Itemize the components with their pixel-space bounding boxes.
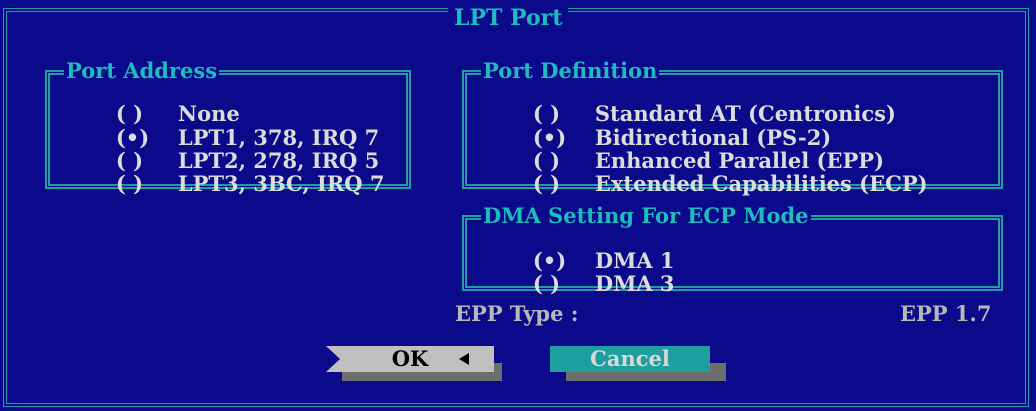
epp-type-value: EPP 1.7 <box>900 301 992 326</box>
dma-setting-title: DMA Setting For ECP Mode <box>481 203 811 228</box>
radio-button[interactable]: ( ) <box>533 173 595 195</box>
option-label: Extended Capabilities (ECP) <box>594 171 928 196</box>
lpt-port-dialog: LPT Port Port Address ( ) None (•) LPT1, 3… <box>0 0 1036 411</box>
port-definition-title: Port Definition <box>481 58 660 83</box>
ok-left-arrow-icon <box>326 346 340 372</box>
radio-button[interactable]: ( ) <box>116 173 178 195</box>
radio-button[interactable]: ( ) <box>533 273 595 295</box>
cancel-button[interactable]: Cancel <box>550 346 710 372</box>
port-definition-group: Port Definition ( ) Standard AT (Centroni… <box>462 60 1003 195</box>
option-label: LPT3, 3BC, IRQ 7 <box>177 171 385 196</box>
dialog-title: LPT Port <box>448 6 569 32</box>
dma-setting-group: DMA Setting For ECP Mode (•) DMA 1 ( ) DMA… <box>462 205 1003 295</box>
port-address-group: Port Address ( ) None (•) LPT1, 378, IRQ 7… <box>45 60 411 195</box>
port-address-title: Port Address <box>64 58 220 83</box>
option-label: DMA 3 <box>594 271 675 296</box>
epp-type-label: EPP Type : <box>455 301 579 326</box>
port-address-option-lpt3[interactable]: ( ) LPT3, 3BC, IRQ 7 <box>72 151 385 217</box>
ok-right-arrow-icon <box>459 353 469 365</box>
